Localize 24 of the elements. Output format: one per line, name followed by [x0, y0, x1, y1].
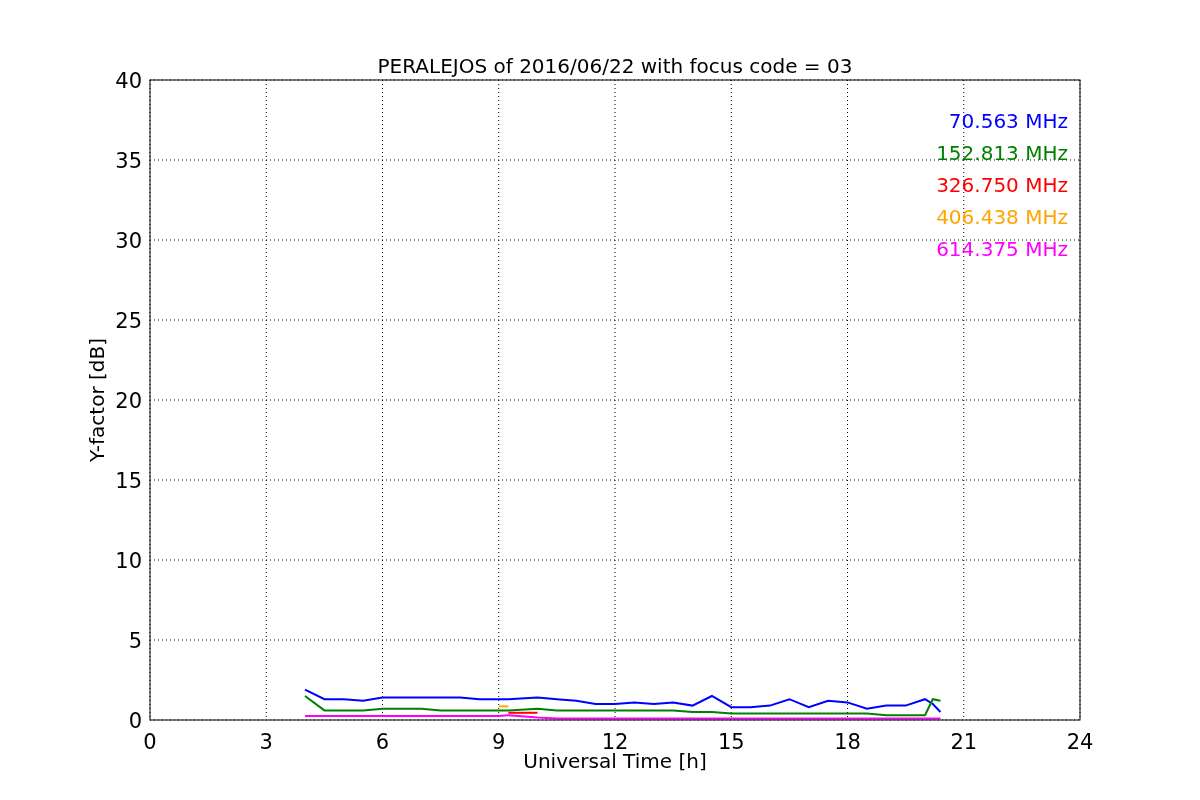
- x-tick-label: 15: [717, 730, 745, 754]
- legend-label: 406.438 MHz: [936, 205, 1068, 229]
- chart-title: PERALEJOS of 2016/06/22 with focus code = 03: [377, 54, 853, 78]
- y-tick-label: 15: [115, 469, 142, 493]
- legend-label: 614.375 MHz: [936, 237, 1068, 261]
- x-tick-label: 9: [492, 730, 506, 754]
- x-tick-label: 0: [143, 730, 157, 754]
- x-tick-label: 21: [950, 730, 978, 754]
- y-tick-label: 10: [115, 549, 142, 573]
- legend-label: 326.750 MHz: [936, 173, 1068, 197]
- x-tick-label: 18: [834, 730, 861, 754]
- x-tick-label: 3: [259, 730, 273, 754]
- y-tick-label: 35: [115, 149, 142, 173]
- y-tick-label: 5: [128, 629, 142, 653]
- x-tick-label: 6: [375, 730, 390, 754]
- legend-label: 70.563 MHz: [948, 109, 1068, 133]
- y-tick-label: 25: [115, 309, 142, 333]
- x-tick-label: 24: [1066, 730, 1094, 754]
- y-tick-label: 0: [128, 709, 142, 733]
- y-tick-label: 20: [115, 389, 142, 413]
- legend-label: 152.813 MHz: [936, 141, 1068, 165]
- y-tick-label: 40: [115, 69, 142, 93]
- y-axis-title: Y-factor [dB]: [85, 338, 109, 462]
- y-tick-label: 30: [115, 229, 142, 253]
